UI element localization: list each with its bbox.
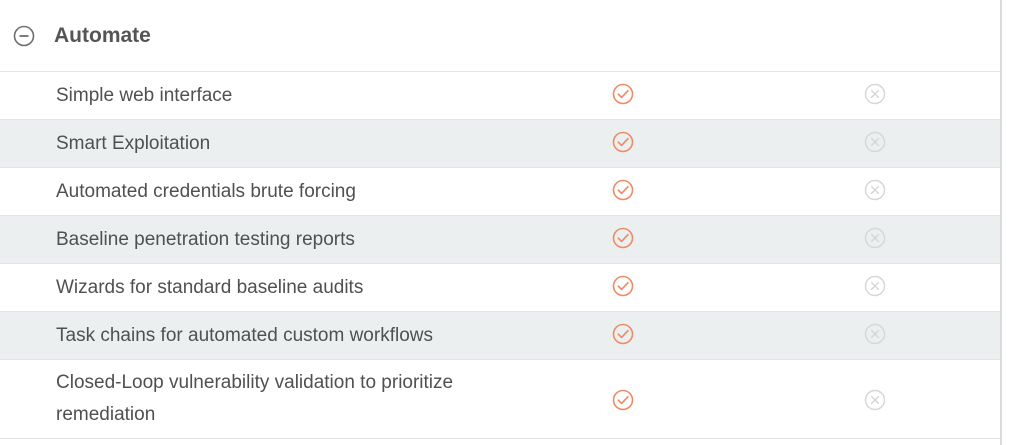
section-header[interactable]: Automate <box>0 0 1000 72</box>
feature-label: Automated credentials brute forcing <box>56 180 356 202</box>
x-circle-icon <box>864 83 886 105</box>
x-circle-icon <box>864 323 886 345</box>
feature-row: Wizards for standard baseline audits <box>0 264 1000 312</box>
check-circle-icon <box>612 227 634 249</box>
x-circle-icon <box>864 227 886 249</box>
feature-label: Smart Exploitation <box>56 132 211 154</box>
check-circle-icon <box>612 179 634 201</box>
feature-row: Closed-Loop vulnerability validation to … <box>0 360 1000 439</box>
feature-comparison-panel: Automate Simple web interface Smart Expl… <box>0 0 1002 445</box>
feature-row: Baseline penetration testing reports <box>0 216 1000 264</box>
check-circle-icon <box>612 389 634 411</box>
feature-label: Simple web interface <box>56 84 233 106</box>
feature-row: Smart Exploitation <box>0 120 1000 168</box>
x-circle-icon <box>864 389 886 411</box>
x-circle-icon <box>864 131 886 153</box>
feature-row: Task chains for automated custom workflo… <box>0 312 1000 360</box>
section-title: Automate <box>54 23 151 47</box>
x-circle-icon <box>864 275 886 297</box>
x-circle-icon <box>864 179 886 201</box>
check-circle-icon <box>612 323 634 345</box>
check-circle-icon <box>612 131 634 153</box>
feature-row: Simple web interface <box>0 72 1000 120</box>
feature-row: Automated credentials brute forcing <box>0 168 1000 216</box>
check-circle-icon <box>612 275 634 297</box>
minus-circle-icon[interactable] <box>13 25 35 47</box>
feature-label: Closed-Loop vulnerability validation to … <box>56 372 454 425</box>
feature-label: Baseline penetration testing reports <box>56 228 355 250</box>
feature-list: Simple web interface Smart Exploitation <box>0 72 1000 439</box>
feature-label: Wizards for standard baseline audits <box>56 276 364 298</box>
check-circle-icon <box>612 83 634 105</box>
feature-label: Task chains for automated custom workflo… <box>56 324 433 346</box>
